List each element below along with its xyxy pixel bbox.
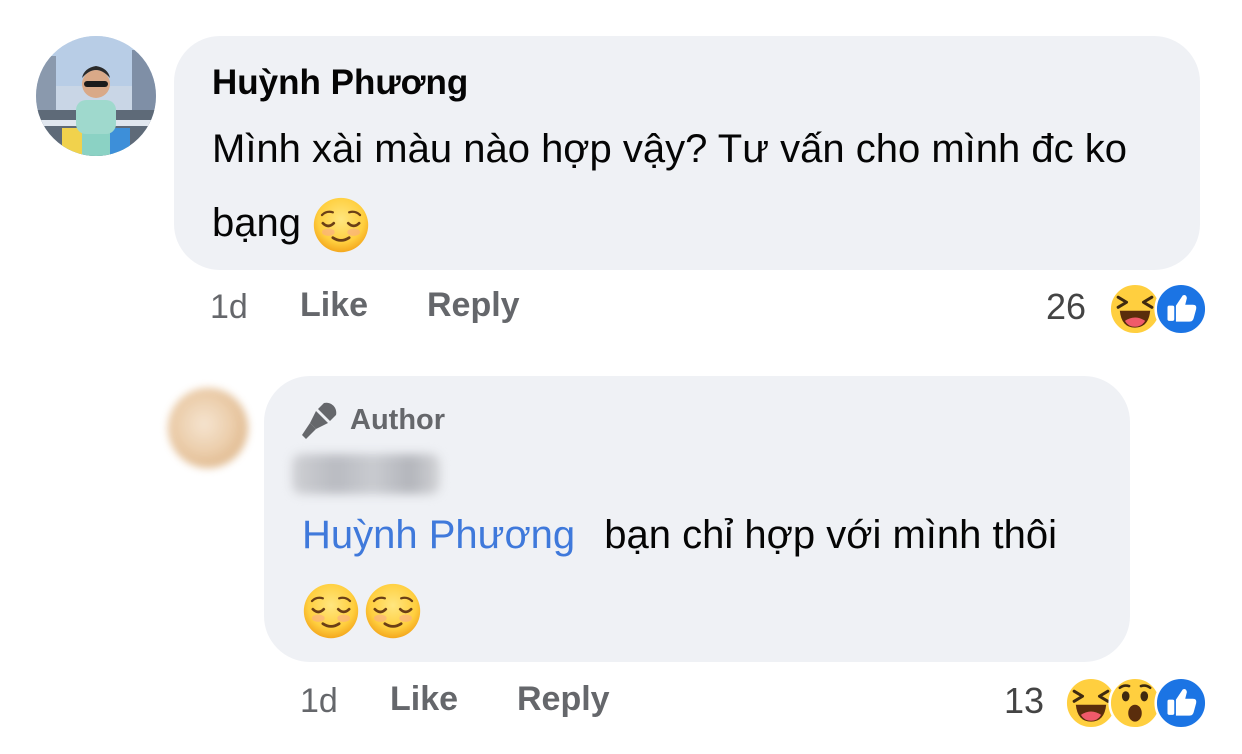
comment-timestamp[interactable]: 1d — [210, 288, 248, 327]
author-avatar[interactable] — [168, 388, 248, 468]
author-badge: Author — [302, 398, 445, 442]
reply-button[interactable]: Reply — [427, 286, 520, 325]
relieved-face-icon — [302, 582, 360, 640]
comment-text: Mình xài màu nào hợp vậy? Tư vấn cho mìn… — [212, 112, 1182, 260]
like-button[interactable]: Like — [300, 286, 368, 325]
like-icon[interactable] — [1154, 282, 1208, 336]
reaction-count[interactable]: 26 — [1046, 286, 1086, 328]
comment-author-name[interactable]: Huỳnh Phương — [212, 62, 468, 104]
reply-author-name[interactable] — [292, 454, 440, 494]
reply-timestamp[interactable]: 1d — [300, 682, 338, 721]
author-badge-label: Author — [350, 403, 446, 436]
relieved-face-icon — [364, 582, 422, 640]
reply-button[interactable]: Reply — [517, 680, 610, 719]
mention-link[interactable]: Huỳnh Phương — [302, 513, 575, 557]
reply-text-content: bạn chỉ hợp với mình thôi — [604, 513, 1057, 557]
avatar[interactable] — [36, 36, 156, 156]
relieved-face-icon — [312, 196, 370, 254]
like-button[interactable]: Like — [390, 680, 458, 719]
microphone-icon — [302, 402, 337, 439]
reaction-count[interactable]: 13 — [1004, 680, 1044, 722]
like-icon[interactable] — [1154, 676, 1208, 730]
reply-text: Huỳnh Phương bạn chỉ hợp với mình thôi — [302, 498, 1112, 646]
